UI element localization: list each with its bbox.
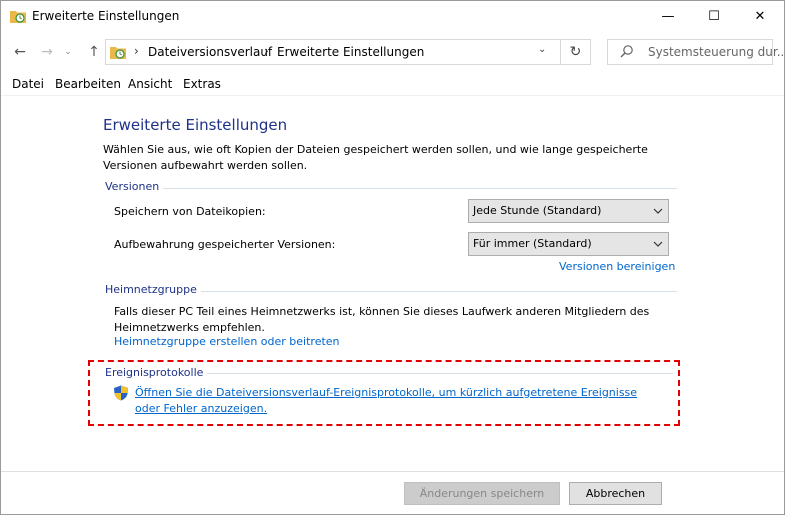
group-label-ereignisprotokolle: Ereignisprotokolle [105, 366, 208, 379]
save-frequency-value: Jede Stunde (Standard) [473, 204, 602, 217]
navigation-bar: ← → ⌄ ↑ › Dateiversionsverlauf › Erweite… [1, 32, 785, 72]
retention-value: Für immer (Standard) [473, 237, 592, 250]
group-label-heimnetzgruppe: Heimnetzgruppe [105, 283, 201, 296]
forward-arrow-icon[interactable]: → [37, 41, 57, 63]
save-frequency-select[interactable]: Jede Stunde (Standard) [468, 199, 669, 223]
breadcrumb-separator-icon[interactable]: › [134, 44, 139, 58]
title-bar: Erweiterte Einstellungen — ☐ ✕ [1, 1, 784, 32]
recent-locations-chevron-icon[interactable]: ⌄ [61, 41, 75, 63]
retention-select[interactable]: Für immer (Standard) [468, 232, 669, 256]
close-button[interactable]: ✕ [737, 1, 783, 32]
save-copies-label: Speichern von Dateikopien: [114, 205, 266, 218]
breadcrumb-dateiversionsverlauf[interactable]: Dateiversionsverlauf [148, 45, 272, 59]
search-icon [620, 45, 633, 58]
refresh-icon[interactable]: ↻ [561, 39, 591, 65]
up-arrow-icon[interactable]: ↑ [84, 41, 104, 63]
homegroup-text: Falls dieser PC Teil eines Heimnetzwerks… [114, 305, 650, 334]
menu-extras[interactable]: Extras [183, 77, 221, 91]
menu-ansicht[interactable]: Ansicht [128, 77, 172, 91]
folder-history-icon [10, 11, 26, 23]
retention-label: Aufbewahrung gespeicherter Versionen: [114, 238, 336, 251]
chevron-down-icon [653, 236, 663, 255]
address-dropdown-icon[interactable]: ⌄ [538, 44, 546, 55]
chevron-down-icon [653, 203, 663, 222]
menu-datei[interactable]: Datei [12, 77, 44, 91]
maximize-button[interactable]: ☐ [691, 1, 737, 32]
group-divider [105, 188, 677, 189]
save-changes-button[interactable]: Änderungen speichern [404, 482, 560, 505]
group-label-versionen: Versionen [105, 180, 164, 193]
uac-shield-icon [114, 385, 128, 401]
breadcrumb-erweiterte-einstellungen[interactable]: Erweiterte Einstellungen [277, 45, 424, 59]
menu-bearbeiten[interactable]: Bearbeiten [55, 77, 121, 91]
minimize-button[interactable]: — [645, 1, 691, 32]
back-arrow-icon[interactable]: ← [10, 41, 30, 63]
folder-history-icon [110, 47, 126, 59]
intro-text: Wählen Sie aus, wie oft Kopien der Datei… [103, 143, 648, 172]
window-title: Erweiterte Einstellungen [32, 9, 180, 23]
breadcrumb-separator-icon[interactable]: › [264, 44, 269, 58]
page-title: Erweiterte Einstellungen [103, 116, 288, 134]
homegroup-link[interactable]: Heimnetzgruppe erstellen oder beitreten [114, 335, 340, 348]
search-input[interactable]: Systemsteuerung dur... [607, 39, 785, 65]
cancel-button[interactable]: Abbrechen [569, 482, 662, 505]
event-logs-link[interactable]: Öffnen Sie die Dateiversionsverlauf-Erei… [135, 385, 665, 417]
search-placeholder: Systemsteuerung dur... [648, 45, 785, 59]
footer-divider [1, 471, 784, 472]
window: Erweiterte Einstellungen — ☐ ✕ ← → ⌄ ↑ ›… [0, 0, 785, 515]
cleanup-versions-link[interactable]: Versionen bereinigen [559, 260, 675, 273]
menu-bar: Datei Bearbeiten Ansicht Extras [1, 74, 784, 96]
address-bar[interactable]: › Dateiversionsverlauf › Erweiterte Eins… [105, 39, 561, 65]
